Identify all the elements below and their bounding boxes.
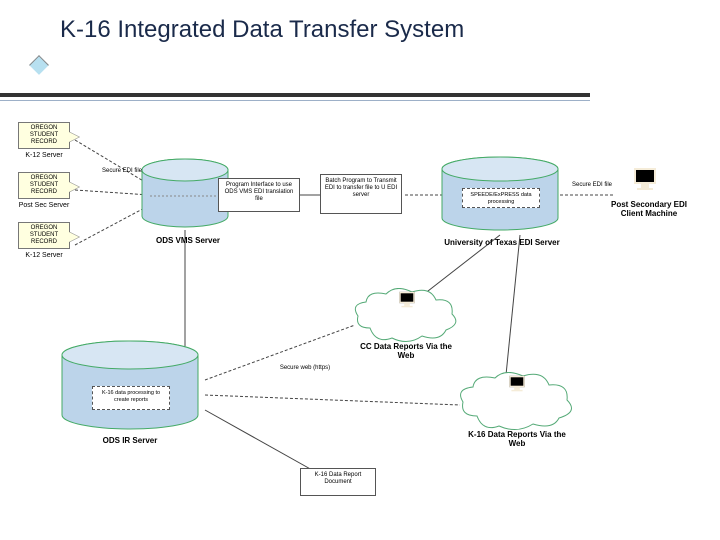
- process-translate: Program Interface to use ODS VMS EDI tra…: [218, 178, 300, 212]
- cylinder-utexas-label: University of Texas EDI Server: [440, 238, 564, 247]
- cloud-k16-label: K-16 Data Reports Via the Web: [462, 430, 572, 448]
- process-transmit: Batch Program to Transmit EDI to transfe…: [320, 174, 402, 214]
- input-record-2-sub: Post Sec Server: [18, 202, 70, 209]
- divider-thick: [0, 93, 590, 97]
- arrow-label-edi-2: Secure EDI file: [562, 182, 622, 188]
- cloud-k16-monitor-icon: [507, 376, 528, 394]
- diagram-canvas: OREGON STUDENT RECORD K-12 Server OREGON…: [0, 110, 720, 540]
- report-document: K-16 Data Report Document: [300, 468, 376, 496]
- cylinder-ods-ir-label: ODS IR Server: [85, 436, 175, 445]
- arrow-label-https: Secure web (https): [260, 365, 350, 371]
- input-record-3-sub: K-12 Server: [18, 252, 70, 259]
- input-record-2: OREGON STUDENT RECORD: [18, 172, 70, 199]
- title-decor: [29, 55, 49, 75]
- cylinder-utexas-text: SPEEDE/ExPRESS data processing: [462, 188, 540, 208]
- divider-thin: [0, 100, 590, 101]
- cylinder-ods-vms: [140, 158, 230, 233]
- cylinder-ods-vms-label: ODS VMS Server: [148, 236, 228, 245]
- input-record-1-sub: K-12 Server: [18, 152, 70, 159]
- cloud-cc-monitor-icon: [397, 292, 418, 310]
- client-monitor-label: Post Secondary EDI Client Machine: [604, 200, 694, 218]
- input-record-1: OREGON STUDENT RECORD: [18, 122, 70, 149]
- cloud-cc-label: CC Data Reports Via the Web: [356, 342, 456, 360]
- client-monitor-icon: [630, 168, 660, 194]
- input-record-3: OREGON STUDENT RECORD: [18, 222, 70, 249]
- page-title: K-16 Integrated Data Transfer System: [60, 16, 464, 44]
- cylinder-ods-ir-text: K-16 data processing to create reports: [92, 386, 170, 410]
